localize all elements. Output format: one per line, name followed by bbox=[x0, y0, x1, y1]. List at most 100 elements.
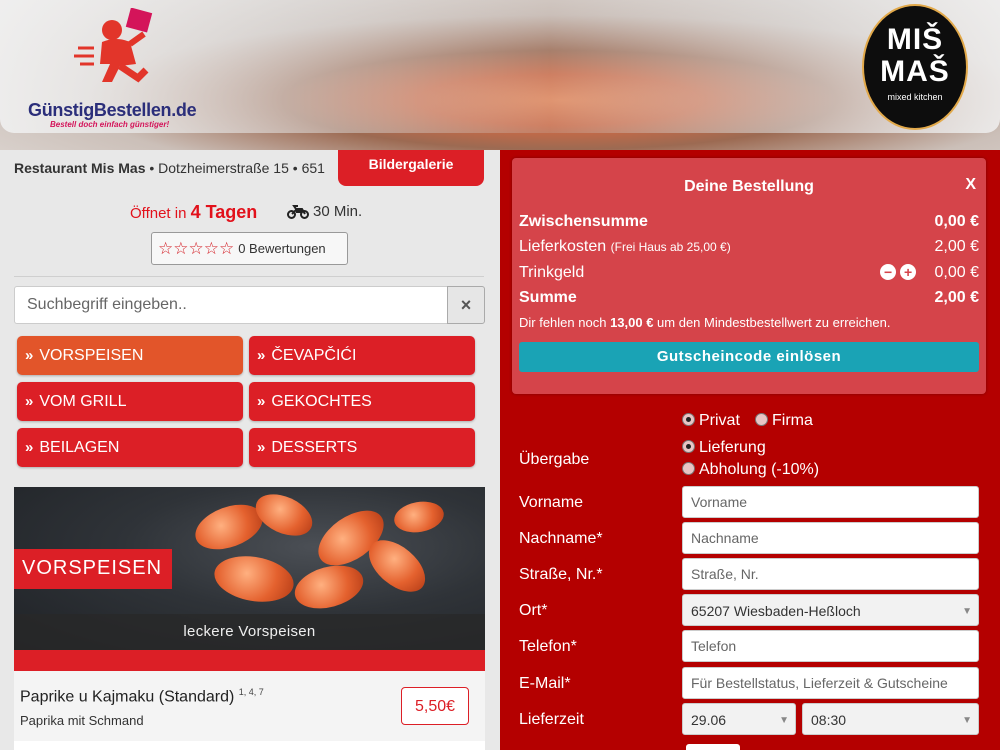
plus-circle-icon[interactable]: + bbox=[900, 264, 917, 280]
radio-button[interactable] bbox=[682, 440, 695, 453]
category-label: BEILAGEN bbox=[39, 438, 120, 456]
ratings-button[interactable]: ☆☆☆☆☆ 0 Bewertungen bbox=[151, 232, 348, 265]
search-input[interactable] bbox=[14, 286, 448, 324]
menu-column: Restaurant Mis Mas • Dotzheimerstraße 15… bbox=[0, 150, 500, 750]
menu-item-description: Paprika mit Schmand bbox=[20, 713, 144, 728]
chevron-down-icon: ▼ bbox=[962, 715, 972, 726]
category-cevapcici[interactable]: » ČEVAPČIĆI bbox=[249, 336, 475, 375]
minimum-order-hint: Dir fehlen noch 13,00 € um den Mindestbe… bbox=[519, 315, 890, 330]
voucher-button[interactable]: Gutscheincode einlösen bbox=[519, 342, 979, 372]
category-label: DESSERTS bbox=[271, 438, 358, 456]
cart-panel: Deine Bestellung X Zwischensumme 0,00 € … bbox=[512, 158, 986, 394]
section-title: VORSPEISEN bbox=[14, 549, 173, 589]
city-label: Ort* bbox=[519, 602, 548, 619]
category-desserts[interactable]: » DESSERTS bbox=[249, 428, 475, 467]
email-label: E-Mail* bbox=[519, 675, 571, 692]
section-banner: VORSPEISEN leckere Vorspeisen bbox=[14, 487, 485, 650]
header: GünstigBestellen.de Bestell doch einfach… bbox=[0, 0, 1000, 150]
minus-circle-icon[interactable]: − bbox=[880, 264, 897, 280]
double-chevron-icon: » bbox=[25, 439, 34, 456]
city-select[interactable]: 65207 Wiesbaden-Heßloch ▼ bbox=[682, 594, 979, 626]
street-field[interactable] bbox=[682, 558, 979, 590]
delivery-duration-text: 30 Min. bbox=[313, 203, 363, 220]
category-beilagen[interactable]: » BEILAGEN bbox=[17, 428, 243, 467]
site-logo[interactable]: GünstigBestellen.de Bestell doch einfach… bbox=[28, 8, 198, 129]
total-row: Summe 2,00 € bbox=[519, 289, 979, 307]
radio-company[interactable]: Firma bbox=[755, 412, 813, 430]
shrimp-image bbox=[290, 558, 368, 616]
phone-field[interactable] bbox=[682, 630, 979, 662]
menu-item-title: Paprike u Kajmaku (Standard) bbox=[20, 688, 235, 706]
radio-button[interactable] bbox=[755, 413, 768, 426]
opening-prefix: Öffnet in bbox=[130, 205, 191, 222]
delivery-cost-note: (Frei Haus ab 25,00 €) bbox=[610, 240, 731, 254]
time-select[interactable]: 08:30 ▼ bbox=[802, 703, 979, 735]
subtotal-row: Zwischensumme 0,00 € bbox=[519, 213, 979, 231]
city-value: 65207 Wiesbaden-Heßloch bbox=[691, 603, 861, 619]
shrimp-image bbox=[391, 497, 447, 537]
divider bbox=[14, 276, 484, 277]
opening-value: 4 Tagen bbox=[190, 202, 258, 222]
radio-pickup[interactable]: Abholung (-10%) bbox=[682, 461, 819, 479]
radio-delivery[interactable]: Lieferung bbox=[682, 439, 766, 457]
lastname-field[interactable] bbox=[682, 522, 979, 554]
chevron-down-icon: ▼ bbox=[779, 715, 789, 726]
menu-item[interactable]: Paprike u Kajmaku (Standard) 1, 4, 7 Pap… bbox=[14, 671, 485, 741]
double-chevron-icon: » bbox=[257, 439, 266, 456]
tip-value: 0,00 € bbox=[934, 264, 979, 281]
delivery-duration: 30 Min. bbox=[287, 203, 362, 220]
restaurant-info: Restaurant Mis Mas • Dotzheimerstraße 15… bbox=[14, 160, 340, 176]
time-value: 08:30 bbox=[811, 712, 847, 728]
date-select[interactable]: 29.06 ▼ bbox=[682, 703, 796, 735]
category-gekochtes[interactable]: » GEKOCHTES bbox=[249, 382, 475, 421]
section-strip bbox=[14, 650, 485, 671]
menu-item-name: Paprike u Kajmaku (Standard) 1, 4, 7 bbox=[20, 687, 264, 706]
shrimp-image bbox=[249, 487, 319, 544]
delivery-cost-label: Lieferkosten bbox=[519, 238, 607, 255]
hint-amount: 13,00 € bbox=[610, 315, 654, 330]
lastname-label: Nachname* bbox=[519, 530, 603, 547]
next-field[interactable] bbox=[686, 744, 740, 750]
restaurant-address: • Dotzheimerstraße 15 • 651 bbox=[145, 160, 325, 176]
chevron-down-icon: ▼ bbox=[962, 606, 972, 617]
radio-company-label: Firma bbox=[772, 412, 813, 429]
radio-private-label: Privat bbox=[699, 412, 740, 429]
restaurant-logo-line3: mixed kitchen bbox=[887, 92, 943, 102]
cart-title: Deine Bestellung bbox=[684, 178, 814, 195]
firstname-field[interactable] bbox=[682, 486, 979, 518]
street-label: Straße, Nr.* bbox=[519, 566, 603, 583]
handover-label: Übergabe bbox=[519, 451, 590, 468]
order-column: Deine Bestellung X Zwischensumme 0,00 € … bbox=[500, 150, 1000, 750]
radio-button[interactable] bbox=[682, 413, 695, 426]
tip-label: Trinkgeld bbox=[519, 264, 585, 281]
gallery-button[interactable]: Bildergalerie bbox=[338, 150, 484, 186]
category-label: ČEVAPČIĆI bbox=[271, 346, 357, 364]
menu-item bbox=[14, 741, 485, 750]
restaurant-logo[interactable]: MIŠ MAŠ mixed kitchen bbox=[862, 4, 968, 130]
double-chevron-icon: » bbox=[25, 347, 34, 364]
restaurant-logo-line1: MIŠ bbox=[886, 23, 944, 56]
category-label: VORSPEISEN bbox=[39, 346, 144, 364]
date-value: 29.06 bbox=[691, 712, 727, 728]
email-field[interactable] bbox=[682, 667, 979, 699]
category-vorspeisen[interactable]: » VORSPEISEN bbox=[17, 336, 243, 375]
restaurant-logo-line2: MAŠ bbox=[880, 55, 950, 88]
delivery-time-label: Lieferzeit bbox=[519, 711, 584, 728]
firstname-label: Vorname bbox=[519, 494, 584, 511]
radio-button[interactable] bbox=[682, 462, 695, 475]
radio-private[interactable]: Privat bbox=[682, 412, 740, 430]
brand-slogan: Bestell doch einfach günstiger! bbox=[50, 120, 170, 129]
delivery-runner-icon bbox=[74, 8, 153, 83]
phone-label: Telefon* bbox=[519, 638, 577, 655]
category-vom-grill[interactable]: » VOM GRILL bbox=[17, 382, 243, 421]
section-subtitle: leckere Vorspeisen bbox=[14, 614, 485, 650]
close-cart-button[interactable]: X bbox=[965, 176, 976, 194]
clear-search-button[interactable]: × bbox=[447, 286, 485, 324]
add-to-cart-button[interactable]: 5,50€ bbox=[401, 687, 469, 725]
close-icon: × bbox=[460, 294, 472, 315]
double-chevron-icon: » bbox=[25, 393, 34, 410]
motorbike-icon bbox=[287, 204, 309, 219]
restaurant-name: Restaurant Mis Mas bbox=[14, 160, 146, 176]
brand-name: GünstigBestellen.de bbox=[28, 100, 197, 120]
delivery-cost-value: 2,00 € bbox=[934, 238, 979, 255]
